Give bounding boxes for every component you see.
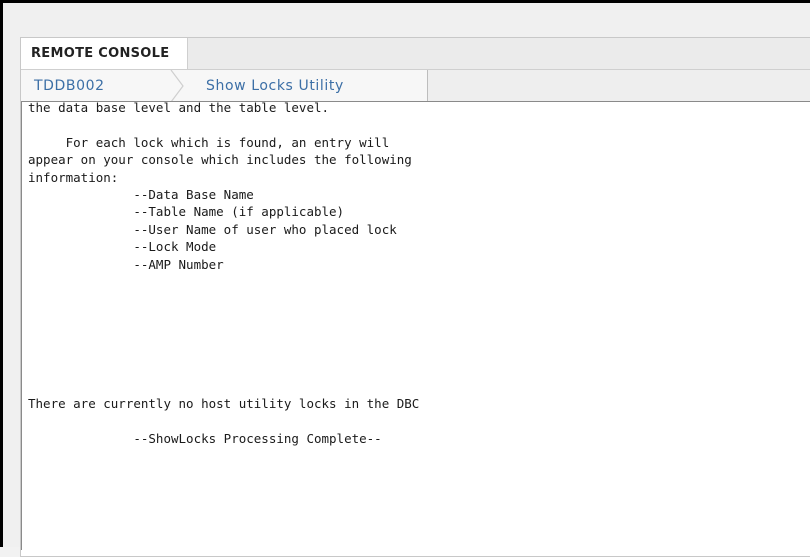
console-header: REMOTE CONSOLE [21,38,810,70]
console-line: --User Name of user who placed lock [28,221,397,237]
console-line: --AMP Number [28,256,224,272]
console-line: appear on your console which includes th… [28,152,412,168]
console-output[interactable]: the data base level and the table level.… [21,101,810,550]
console-line: --ShowLocks Processing Complete-- [28,430,382,446]
breadcrumb-system[interactable]: TDDB002 [34,70,105,102]
console-line: --Data Base Name [28,187,254,203]
breadcrumb: TDDB002 Show Locks Utility [21,70,810,103]
breadcrumb-utility[interactable]: Show Locks Utility [206,70,344,102]
console-title: REMOTE CONSOLE [31,46,170,61]
console-line: There are currently no host utility lock… [28,395,420,411]
window-frame: REMOTE CONSOLE TDDB002 Show Locks Utilit… [0,0,810,557]
console-title-tab[interactable]: REMOTE CONSOLE [21,38,189,69]
console-line: information: [28,169,119,185]
console-output-text: the data base level and the table level.… [28,101,420,447]
breadcrumb-box: TDDB002 Show Locks Utility [21,70,428,102]
breadcrumb-chevron-icon [170,70,184,102]
console-line: --Lock Mode [28,239,217,255]
console-line: --Table Name (if applicable) [28,204,345,220]
console-line: the data base level and the table level. [28,101,330,115]
console-line: For each lock which is found, an entry w… [28,134,390,150]
